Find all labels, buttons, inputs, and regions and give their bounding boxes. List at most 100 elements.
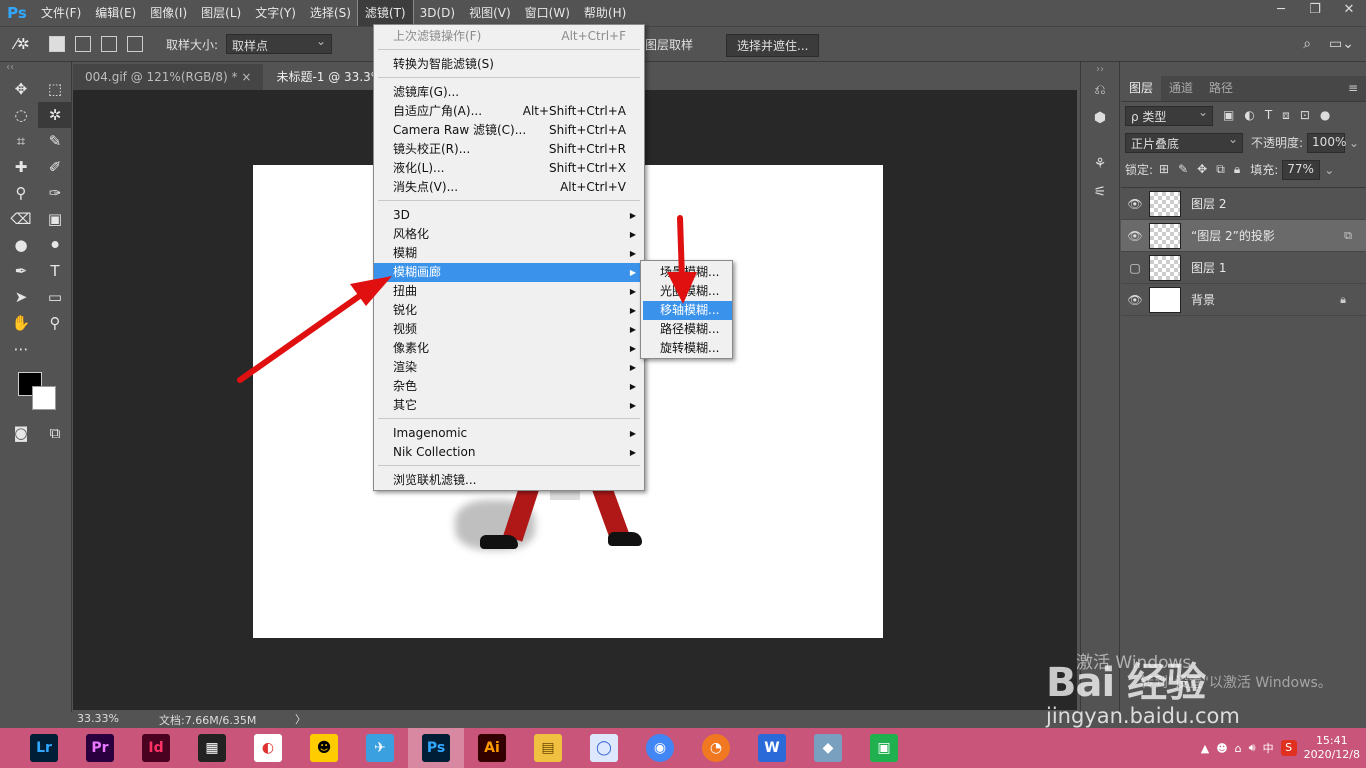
taskbar-qq[interactable]: ☻ — [296, 728, 352, 768]
history-brush-icon[interactable]: ✑ — [38, 180, 72, 206]
layer-row-layer-1[interactable]: ▢ 图层 1 — [1121, 252, 1366, 284]
tray-volume-icon[interactable]: 🔊︎ — [1249, 741, 1256, 755]
filter-toggle-icon[interactable]: ● — [1320, 108, 1330, 123]
taskbar-app-11[interactable]: ◯ — [576, 728, 632, 768]
taskbar-app-5[interactable]: ◐ — [240, 728, 296, 768]
submenu-item-field-blur[interactable]: 场景模糊... — [643, 263, 732, 282]
screen-mode-icon[interactable]: ⧉ — [38, 420, 72, 446]
filter-shape-icon[interactable]: ⧈ — [1282, 108, 1290, 123]
menu-3d[interactable]: 3D(D) — [413, 0, 462, 26]
close-icon[interactable]: × — [241, 70, 251, 84]
dodge-tool-icon[interactable]: ⚫ — [38, 232, 72, 258]
zoom-tool-icon[interactable]: ⚲ — [38, 310, 72, 336]
tab-paths[interactable]: 路径 — [1201, 76, 1241, 101]
filter-pixel-icon[interactable]: ▣ — [1223, 108, 1234, 123]
taskbar-file-explorer[interactable]: ▤ — [520, 728, 576, 768]
tray-sogou-icon[interactable]: S — [1280, 740, 1297, 756]
blend-mode-select[interactable]: 正片叠底 — [1125, 132, 1243, 153]
hand-tool-icon[interactable]: ✋ — [4, 310, 38, 336]
adjustments-icon[interactable]: ⚟ — [1081, 178, 1119, 206]
menu-window[interactable]: 窗口(W) — [518, 0, 577, 26]
menu-item-video[interactable]: 视频 ▶ — [374, 320, 644, 339]
menu-layer[interactable]: 图层(L) — [194, 0, 248, 26]
menu-item-filter-gallery[interactable]: 滤镜库(G)... — [374, 83, 644, 102]
tab-004-gif[interactable]: 004.gif @ 121%(RGB/8) * × — [73, 64, 264, 90]
taskbar-lightroom[interactable]: Lr — [16, 728, 72, 768]
blur-tool-icon[interactable]: ● — [4, 232, 38, 258]
menu-item-render[interactable]: 渲染 ▶ — [374, 358, 644, 377]
taskbar-wps[interactable]: W — [744, 728, 800, 768]
brush-settings-icon[interactable]: ⚘ — [1081, 150, 1119, 178]
filter-type-icon[interactable]: T — [1265, 108, 1272, 123]
select-and-mask-button[interactable]: 选择并遮住... — [726, 34, 820, 57]
3d-panel-icon[interactable]: ⬢ — [1081, 104, 1119, 132]
taskbar-video-editor[interactable]: ▦ — [184, 728, 240, 768]
move-tool-icon[interactable]: ✥ — [4, 76, 38, 102]
gradient-tool-icon[interactable]: ▣ — [38, 206, 72, 232]
menu-item-imagenomic[interactable]: Imagenomic ▶ — [374, 424, 644, 443]
tab-channels[interactable]: 通道 — [1161, 76, 1201, 101]
menu-item-sharpen[interactable]: 锐化 ▶ — [374, 301, 644, 320]
menu-view[interactable]: 视图(V) — [462, 0, 518, 26]
menu-item-vanishing-point[interactable]: 消失点(V)... Alt+Ctrl+V — [374, 178, 644, 197]
tray-network-icon[interactable]: ⌂ — [1235, 742, 1242, 755]
layer-row-background[interactable]: 👁︎ 背景 🔒︎ — [1121, 284, 1366, 316]
quick-mask-icon[interactable]: ◙ — [4, 420, 38, 446]
menu-item-pixelate[interactable]: 像素化 ▶ — [374, 339, 644, 358]
search-icon[interactable]: ⌕ — [1303, 36, 1311, 52]
menu-item-lens-correction[interactable]: 镜头校正(R)... Shift+Ctrl+R — [374, 140, 644, 159]
menu-item-blur-gallery[interactable]: 模糊画廊 ▶ — [374, 263, 644, 282]
background-color[interactable] — [32, 386, 56, 410]
intersect-selection-icon[interactable] — [127, 36, 143, 52]
lock-transparency-icon[interactable]: ⊞ — [1159, 162, 1169, 177]
taskbar-chrome[interactable]: ◉ — [632, 728, 688, 768]
eyedropper-tool-icon[interactable]: ✎ — [38, 128, 72, 154]
submenu-item-iris-blur[interactable]: 光圈模糊... — [643, 282, 732, 301]
taskbar-clock[interactable]: 15:41 2020/12/8 — [1304, 734, 1360, 762]
menu-item-3d[interactable]: 3D ▶ — [374, 206, 644, 225]
opacity-input[interactable]: 100% — [1307, 132, 1346, 153]
lock-artboard-icon[interactable]: ⧉ — [1216, 162, 1225, 177]
menu-item-camera-raw[interactable]: Camera Raw 滤镜(C)... Shift+Ctrl+A — [374, 121, 644, 140]
magic-wand-icon[interactable]: ⁄✲ — [0, 35, 44, 53]
menu-item-convert-smart-filter[interactable]: 转换为智能滤镜(S) — [374, 55, 644, 74]
taskbar-indesign[interactable]: Id — [128, 728, 184, 768]
submenu-item-tilt-shift[interactable]: 移轴模糊... — [643, 301, 732, 320]
healing-brush-icon[interactable]: ✚ — [4, 154, 38, 180]
menu-type[interactable]: 文字(Y) — [248, 0, 303, 26]
tab-layers[interactable]: 图层 — [1121, 76, 1162, 101]
subtract-selection-icon[interactable] — [101, 36, 117, 52]
close-button[interactable]: ✕ — [1332, 0, 1366, 22]
taskbar-app-15[interactable]: ◆ — [800, 728, 856, 768]
sample-all-layers-label[interactable]: 图层取样 — [645, 36, 693, 53]
lock-all-icon[interactable]: 🔒︎ — [1234, 162, 1240, 177]
filter-smart-icon[interactable]: ⊡ — [1300, 108, 1310, 123]
zoom-level[interactable]: 33.33% — [77, 712, 119, 725]
tray-qq-icon[interactable]: ☻ — [1216, 742, 1227, 755]
tray-input-method[interactable]: 中 — [1263, 740, 1274, 756]
menu-item-adaptive-wide-angle[interactable]: 自适应广角(A)... Alt+Shift+Ctrl+A — [374, 102, 644, 121]
menu-item-other[interactable]: 其它 ▶ — [374, 396, 644, 415]
layer-row-layer-2-shadow[interactable]: 👁︎ “图层 2”的投影 ⧉ — [1121, 220, 1366, 252]
dock-grip-icon[interactable]: ›› — [1081, 62, 1119, 76]
lock-position-icon[interactable]: ✥ — [1197, 162, 1207, 177]
toolbox-grip-icon[interactable]: ‹‹ — [0, 62, 71, 76]
taskbar-illustrator[interactable]: Ai — [464, 728, 520, 768]
lasso-tool-icon[interactable]: ◌ — [4, 102, 38, 128]
visibility-eye-icon[interactable]: 👁︎ — [1121, 293, 1149, 307]
more-tools-icon[interactable]: ⋯ — [4, 336, 38, 362]
menu-item-nik-collection[interactable]: Nik Collection ▶ — [374, 443, 644, 462]
visibility-eye-icon[interactable]: 👁︎ — [1121, 229, 1149, 243]
path-select-icon[interactable]: ➤ — [4, 284, 38, 310]
layer-filter-select[interactable]: ρ 类型 — [1125, 105, 1213, 126]
fill-chevron-icon[interactable]: ⌄ — [1324, 163, 1334, 177]
menu-edit[interactable]: 编辑(E) — [88, 0, 143, 26]
menu-item-noise[interactable]: 杂色 ▶ — [374, 377, 644, 396]
visibility-eye-icon[interactable]: 👁︎ — [1121, 197, 1149, 211]
visibility-off-icon[interactable]: ▢ — [1121, 261, 1149, 275]
submenu-item-path-blur[interactable]: 路径模糊... — [643, 320, 732, 339]
lock-pixels-icon[interactable]: ✎ — [1178, 162, 1188, 177]
add-selection-icon[interactable] — [75, 36, 91, 52]
menu-item-stylize[interactable]: 风格化 ▶ — [374, 225, 644, 244]
sample-size-select[interactable]: 取样点 — [226, 34, 333, 54]
